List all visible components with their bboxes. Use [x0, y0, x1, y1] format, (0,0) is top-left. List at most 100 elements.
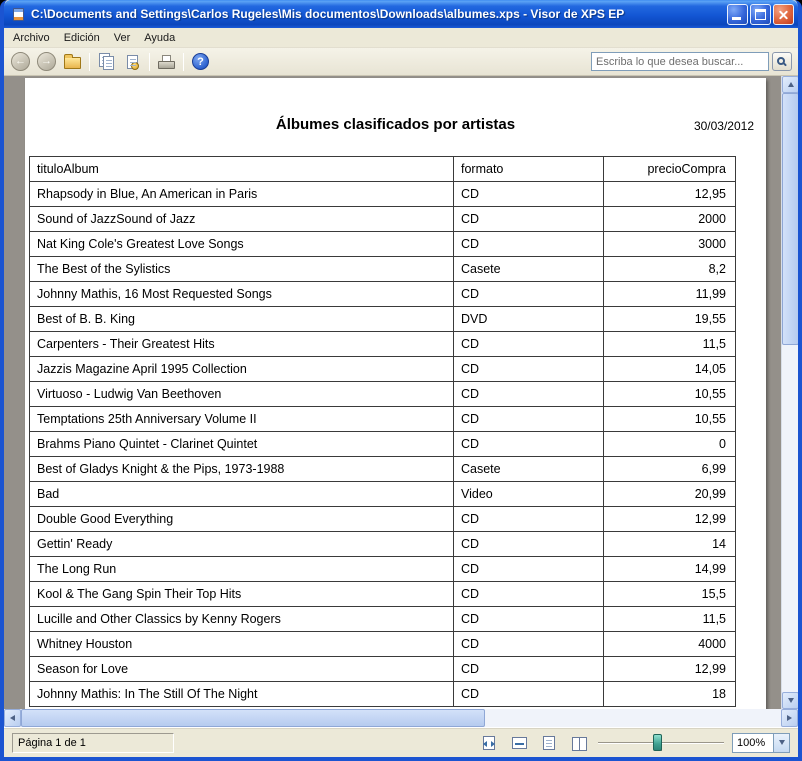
- menu-ayuda[interactable]: Ayuda: [137, 29, 182, 47]
- vertical-scrollbar[interactable]: [781, 76, 798, 709]
- cell-tituloAlbum: Best of B. B. King: [30, 307, 454, 332]
- help-button[interactable]: ?: [188, 50, 213, 73]
- table-row: Rhapsody in Blue, An American in Paris C…: [30, 182, 736, 207]
- cell-precioCompra: 10,55: [604, 407, 736, 432]
- cell-formato: CD: [454, 607, 604, 632]
- cell-formato: CD: [454, 657, 604, 682]
- one-page-view-button[interactable]: [538, 733, 560, 753]
- printer-icon: [158, 55, 175, 69]
- cell-tituloAlbum: Virtuoso - Ludwig Van Beethoven: [30, 382, 454, 407]
- table-row: Johnny Mathis, 16 Most Requested Songs C…: [30, 282, 736, 307]
- menu-ver[interactable]: Ver: [107, 29, 138, 47]
- cell-tituloAlbum: Johnny Mathis: In The Still Of The Night: [30, 682, 454, 707]
- fit-width-button[interactable]: [508, 733, 530, 753]
- titlebar[interactable]: C:\Documents and Settings\Carlos Rugeles…: [4, 0, 798, 28]
- cell-precioCompra: 11,5: [604, 332, 736, 357]
- page-indicator: Página 1 de 1: [12, 733, 174, 753]
- close-button[interactable]: [773, 4, 794, 25]
- cell-tituloAlbum: Sound of JazzSound of Jazz: [30, 207, 454, 232]
- table-row: The Best of the Sylistics Casete 8,2: [30, 257, 736, 282]
- zoom-slider-thumb[interactable]: [653, 734, 662, 751]
- xps-viewer-window: C:\Documents and Settings\Carlos Rugeles…: [0, 0, 802, 761]
- cell-formato: Casete: [454, 257, 604, 282]
- maximize-button[interactable]: [750, 4, 771, 25]
- cell-formato: CD: [454, 507, 604, 532]
- horizontal-scroll-track[interactable]: [21, 709, 781, 727]
- cell-formato: CD: [454, 407, 604, 432]
- cell-tituloAlbum: Brahms Piano Quintet - Clarinet Quintet: [30, 432, 454, 457]
- column-header-precioCompra: precioCompra: [604, 157, 736, 182]
- cell-formato: CD: [454, 207, 604, 232]
- cell-formato: CD: [454, 182, 604, 207]
- cell-precioCompra: 12,99: [604, 507, 736, 532]
- vertical-scroll-thumb[interactable]: [782, 93, 798, 345]
- save-copy-button[interactable]: [94, 50, 119, 73]
- toolbar-separator: [183, 53, 184, 71]
- cell-precioCompra: 6,99: [604, 457, 736, 482]
- zoom-slider[interactable]: [598, 733, 724, 753]
- cell-formato: CD: [454, 582, 604, 607]
- cell-precioCompra: 10,55: [604, 382, 736, 407]
- cell-precioCompra: 12,99: [604, 657, 736, 682]
- zoom-dropdown-button[interactable]: [773, 734, 789, 752]
- permissions-button[interactable]: [120, 50, 145, 73]
- table-row: Double Good Everything CD 12,99: [30, 507, 736, 532]
- two-page-icon: [572, 736, 587, 750]
- document-page: Álbumes clasificados por artistas 30/03/…: [25, 78, 766, 709]
- zoom-controls: 100%: [478, 733, 790, 753]
- search-input[interactable]: [591, 52, 769, 71]
- scroll-left-button[interactable]: [4, 709, 21, 727]
- forward-button[interactable]: →: [34, 50, 59, 73]
- minimize-icon: [732, 17, 741, 20]
- report-header: Álbumes clasificados por artistas 30/03/…: [25, 78, 766, 156]
- table-row: Best of B. B. King DVD 19,55: [30, 307, 736, 332]
- cell-tituloAlbum: Rhapsody in Blue, An American in Paris: [30, 182, 454, 207]
- document-permissions-icon: [127, 55, 138, 69]
- menu-archivo[interactable]: Archivo: [6, 29, 57, 47]
- vertical-scroll-track[interactable]: [782, 93, 798, 692]
- fit-page-button[interactable]: [478, 733, 500, 753]
- folder-icon: [64, 57, 81, 69]
- cell-precioCompra: 14,99: [604, 557, 736, 582]
- cell-precioCompra: 15,5: [604, 582, 736, 607]
- horizontal-scroll-thumb[interactable]: [21, 709, 485, 727]
- back-button[interactable]: ←: [8, 50, 33, 73]
- table-row: Virtuoso - Ludwig Van Beethoven CD 10,55: [30, 382, 736, 407]
- table-row: Sound of JazzSound of Jazz CD 2000: [30, 207, 736, 232]
- zoom-level-combo[interactable]: 100%: [732, 733, 790, 753]
- table-row: Jazzis Magazine April 1995 Collection CD…: [30, 357, 736, 382]
- scroll-down-button[interactable]: [782, 692, 798, 709]
- cell-formato: CD: [454, 232, 604, 257]
- two-page-view-button[interactable]: [568, 733, 590, 753]
- scroll-right-button[interactable]: [781, 709, 798, 727]
- table-row: Temptations 25th Anniversary Volume II C…: [30, 407, 736, 432]
- cell-precioCompra: 18: [604, 682, 736, 707]
- one-page-icon: [543, 736, 555, 750]
- cell-formato: CD: [454, 282, 604, 307]
- cell-precioCompra: 19,55: [604, 307, 736, 332]
- status-bar: Página 1 de 1 100%: [4, 727, 798, 757]
- cell-formato: CD: [454, 432, 604, 457]
- cell-formato: CD: [454, 557, 604, 582]
- cell-precioCompra: 20,99: [604, 482, 736, 507]
- scroll-up-button[interactable]: [782, 76, 798, 93]
- search-group: [591, 52, 792, 71]
- search-go-button[interactable]: [772, 52, 792, 71]
- horizontal-scrollbar[interactable]: [4, 709, 798, 727]
- report-date: 30/03/2012: [694, 119, 754, 133]
- cell-tituloAlbum: The Best of the Sylistics: [30, 257, 454, 282]
- print-button[interactable]: [154, 50, 179, 73]
- toolbar-separator: [89, 53, 90, 71]
- copy-document-icon: [99, 53, 114, 70]
- minimize-button[interactable]: [727, 4, 748, 25]
- cell-tituloAlbum: Nat King Cole's Greatest Love Songs: [30, 232, 454, 257]
- window-controls: [727, 4, 794, 25]
- right-arrow-icon: [787, 715, 795, 721]
- menu-edicion[interactable]: Edición: [57, 29, 107, 47]
- toolbar: ← → ?: [4, 48, 798, 76]
- document-viewport: Álbumes clasificados por artistas 30/03/…: [4, 76, 798, 709]
- open-file-button[interactable]: [60, 50, 85, 73]
- cell-tituloAlbum: Bad: [30, 482, 454, 507]
- back-icon: ←: [11, 52, 30, 71]
- cell-formato: Video: [454, 482, 604, 507]
